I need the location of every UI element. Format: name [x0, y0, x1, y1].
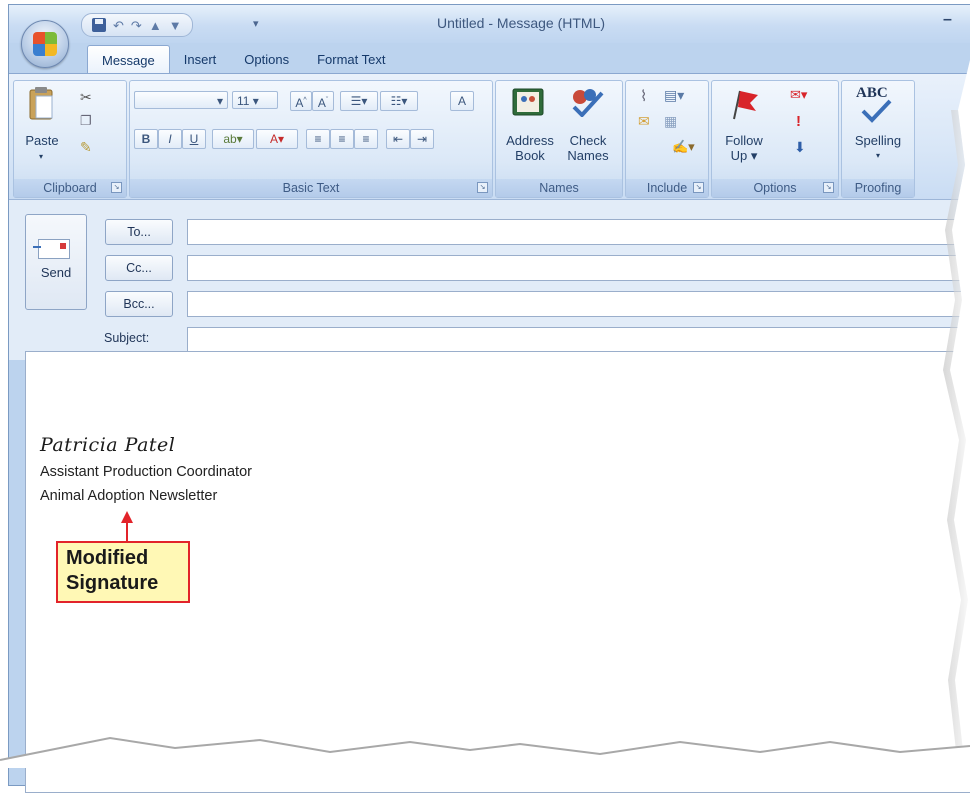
- callout-line-2: Signature: [66, 572, 159, 594]
- modified-signature-callout: Modified Signature: [56, 541, 190, 603]
- office-button[interactable]: [21, 20, 69, 68]
- callout-line-1: Modified: [66, 547, 149, 569]
- torn-edge-decoration: [0, 60, 970, 768]
- office-logo-icon: [33, 32, 57, 56]
- callout-arrow-line: [126, 522, 128, 543]
